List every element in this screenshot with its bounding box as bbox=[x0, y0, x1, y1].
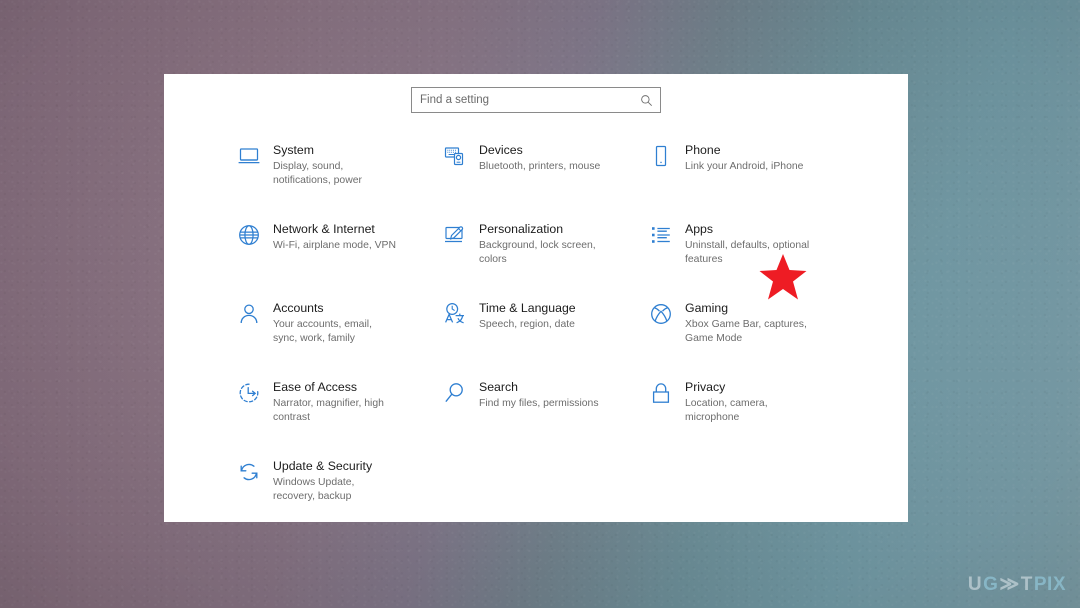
settings-item-title: Apps bbox=[685, 222, 714, 236]
settings-item-description: Bluetooth, printers, mouse bbox=[479, 161, 601, 172]
settings-item-time-language[interactable]: Time & Language Speech, region, date bbox=[442, 297, 648, 376]
settings-item-text: Ease of Access Narrator, magnifier, high… bbox=[273, 379, 397, 425]
settings-item-text: Accounts Your accounts, email, sync, wor… bbox=[273, 300, 397, 346]
settings-item-title: Privacy bbox=[685, 380, 726, 394]
refresh-icon bbox=[236, 459, 262, 485]
settings-item-title: Devices bbox=[479, 143, 523, 157]
settings-item-text: Personalization Background, lock screen,… bbox=[479, 221, 619, 267]
search-box[interactable] bbox=[411, 87, 661, 113]
clock-language-icon bbox=[442, 301, 468, 327]
settings-item-gaming[interactable]: Gaming Xbox Game Bar, captures, Game Mod… bbox=[648, 297, 854, 376]
lock-icon bbox=[648, 380, 674, 406]
search-icon[interactable] bbox=[637, 88, 655, 112]
app-list-icon bbox=[648, 222, 674, 248]
settings-item-devices[interactable]: Devices Bluetooth, printers, mouse bbox=[442, 139, 648, 218]
search-row bbox=[164, 74, 908, 113]
settings-item-description: Xbox Game Bar, captures, Game Mode bbox=[685, 319, 807, 344]
monitor-icon bbox=[236, 143, 262, 169]
globe-icon bbox=[236, 222, 262, 248]
watermark-text-start: U bbox=[967, 573, 983, 595]
settings-item-text: Apps Uninstall, defaults, optional featu… bbox=[685, 221, 813, 267]
settings-item-title: Accounts bbox=[273, 301, 324, 315]
settings-item-description: Link your Android, iPhone bbox=[685, 161, 804, 172]
settings-item-title: System bbox=[273, 143, 314, 157]
settings-item-description: Find my files, permissions bbox=[479, 398, 599, 409]
settings-item-description: Windows Update, recovery, backup bbox=[273, 477, 355, 502]
settings-item-text: System Display, sound, notifications, po… bbox=[273, 142, 397, 188]
settings-item-text: Update & Security Windows Update, recove… bbox=[273, 458, 397, 504]
settings-item-description: Wi-Fi, airplane mode, VPN bbox=[273, 240, 396, 251]
settings-item-description: Uninstall, defaults, optional features bbox=[685, 240, 810, 265]
settings-item-phone[interactable]: Phone Link your Android, iPhone bbox=[648, 139, 854, 218]
settings-item-text: Phone Link your Android, iPhone bbox=[685, 142, 803, 174]
settings-category-grid: System Display, sound, notifications, po… bbox=[164, 139, 908, 522]
xbox-icon bbox=[648, 301, 674, 327]
settings-item-text: Privacy Location, camera, microphone bbox=[685, 379, 813, 425]
magnifier-icon bbox=[442, 380, 468, 406]
devices-icon bbox=[442, 143, 468, 169]
watermark-text-end: PIX bbox=[1033, 573, 1066, 595]
windows-settings-window: System Display, sound, notifications, po… bbox=[164, 74, 908, 522]
settings-item-text: Search Find my files, permissions bbox=[479, 379, 599, 411]
settings-item-text: Network & Internet Wi-Fi, airplane mode,… bbox=[273, 221, 396, 253]
search-input[interactable] bbox=[412, 88, 660, 112]
settings-item-ease-of-access[interactable]: Ease of Access Narrator, magnifier, high… bbox=[236, 376, 442, 455]
settings-item-title: Ease of Access bbox=[273, 380, 358, 394]
settings-item-title: Network & Internet bbox=[273, 222, 375, 236]
settings-item-apps[interactable]: Apps Uninstall, defaults, optional featu… bbox=[648, 218, 854, 297]
settings-item-description: Location, camera, microphone bbox=[685, 398, 768, 423]
settings-item-description: Narrator, magnifier, high contrast bbox=[273, 398, 384, 423]
watermark-mark-icon: ≫ bbox=[999, 574, 1020, 595]
settings-item-privacy[interactable]: Privacy Location, camera, microphone bbox=[648, 376, 854, 455]
settings-item-description: Display, sound, notifications, power bbox=[273, 161, 362, 186]
settings-item-description: Speech, region, date bbox=[479, 319, 575, 330]
settings-item-title: Search bbox=[479, 380, 518, 394]
settings-item-title: Phone bbox=[685, 143, 721, 157]
settings-item-text: Time & Language Speech, region, date bbox=[479, 300, 576, 332]
settings-item-accounts[interactable]: Accounts Your accounts, email, sync, wor… bbox=[236, 297, 442, 376]
settings-item-description: Background, lock screen, colors bbox=[479, 240, 596, 265]
settings-item-title: Update & Security bbox=[273, 459, 373, 473]
watermark: U G ≫ T PIX bbox=[968, 573, 1066, 596]
settings-item-text: Gaming Xbox Game Bar, captures, Game Mod… bbox=[685, 300, 813, 346]
watermark-text-accent: G bbox=[983, 573, 999, 595]
settings-item-title: Time & Language bbox=[479, 301, 576, 315]
settings-item-search[interactable]: Search Find my files, permissions bbox=[442, 376, 648, 455]
settings-item-text: Devices Bluetooth, printers, mouse bbox=[479, 142, 600, 174]
person-icon bbox=[236, 301, 262, 327]
phone-icon bbox=[648, 143, 674, 169]
settings-item-network-internet[interactable]: Network & Internet Wi-Fi, airplane mode,… bbox=[236, 218, 442, 297]
watermark-text-mid: T bbox=[1020, 573, 1033, 595]
ease-of-access-icon bbox=[236, 380, 262, 406]
settings-item-personalization[interactable]: Personalization Background, lock screen,… bbox=[442, 218, 648, 297]
settings-item-description: Your accounts, email, sync, work, family bbox=[273, 319, 372, 344]
settings-item-update-security[interactable]: Update & Security Windows Update, recove… bbox=[236, 455, 442, 522]
settings-item-system[interactable]: System Display, sound, notifications, po… bbox=[236, 139, 442, 218]
settings-item-title: Personalization bbox=[479, 222, 564, 236]
settings-item-title: Gaming bbox=[685, 301, 729, 315]
paintbrush-monitor-icon bbox=[442, 222, 468, 248]
